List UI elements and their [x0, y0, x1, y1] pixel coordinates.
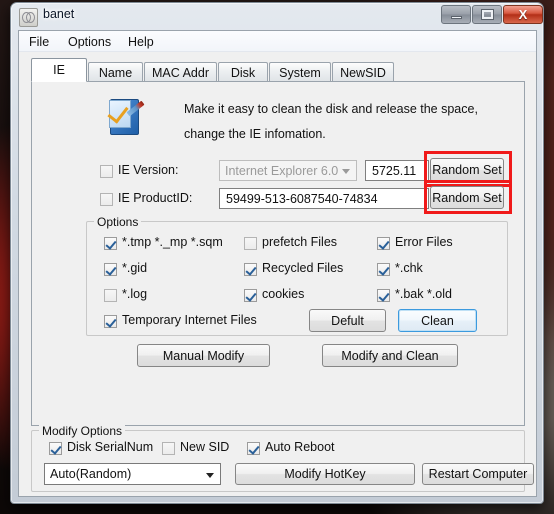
mode-combo-value: Auto(Random) — [50, 467, 132, 481]
random-set-version-button[interactable]: Random Set — [430, 158, 504, 182]
menu-item-options[interactable]: Options — [64, 34, 115, 50]
random-set-productid-button[interactable]: Random Set — [430, 186, 504, 209]
ie-version-label: IE Version: — [118, 163, 179, 177]
checkbox-auto-reboot[interactable] — [247, 442, 260, 455]
modify-hotkey-button[interactable]: Modify HotKey — [235, 463, 415, 485]
checkbox-recycled[interactable] — [244, 263, 257, 276]
checkbox-disk-serialnum[interactable] — [49, 442, 62, 455]
ie-version-checkbox[interactable] — [100, 165, 113, 178]
checkbox-bak-old[interactable] — [377, 289, 390, 302]
modify-options-title: Modify Options — [39, 424, 126, 438]
client-area: File Options Help IE Name MAC Addr Disk … — [18, 30, 537, 497]
close-icon: X — [518, 7, 528, 22]
checkbox-temp-internet[interactable] — [104, 315, 117, 328]
checkbox-error-files[interactable] — [377, 237, 390, 250]
checkbox-error-files-label: Error Files — [395, 235, 453, 249]
modify-and-clean-button[interactable]: Modify and Clean — [322, 344, 458, 367]
checkbox-prefetch[interactable] — [244, 237, 257, 250]
options-group-title: Options — [94, 215, 142, 229]
description-line-2: change the IE infomation. — [184, 127, 326, 141]
checkbox-cookies-label: cookies — [262, 287, 305, 301]
ie-version-combo[interactable]: Internet Explorer 6.0 — [219, 160, 357, 181]
tab-disk[interactable]: Disk — [218, 62, 268, 82]
clipboard-check-icon — [106, 96, 146, 138]
mode-combo[interactable]: Auto(Random) — [44, 463, 221, 485]
checkbox-tmp-label: *.tmp *._mp *.sqm — [122, 235, 223, 249]
chevron-down-icon-mode — [206, 473, 214, 478]
tab-mac-addr[interactable]: MAC Addr — [144, 62, 217, 82]
maximize-button[interactable] — [472, 5, 502, 24]
tab-system[interactable]: System — [269, 62, 331, 82]
checkbox-cookies[interactable] — [244, 289, 257, 302]
description-line-1: Make it easy to clean the disk and relea… — [184, 102, 478, 116]
tab-newsid[interactable]: NewSID — [332, 62, 394, 82]
ie-build-field[interactable]: 5725.11 — [365, 160, 429, 181]
ie-productid-value: 59499-513-6087540-74834 — [226, 191, 378, 206]
ie-tab-panel: Make it easy to clean the disk and relea… — [31, 81, 525, 426]
checkbox-log-label: *.log — [122, 287, 148, 301]
checkbox-gid-label: *.gid — [122, 261, 148, 275]
tab-ie[interactable]: IE — [31, 58, 87, 82]
modify-options-group: Modify Options Disk SerialNum New SID Au… — [31, 424, 534, 492]
chevron-down-icon — [342, 169, 350, 174]
tab-name[interactable]: Name — [88, 62, 143, 82]
application-window: banet X File Options Help IE Name MAC Ad… — [10, 2, 544, 504]
checkbox-disk-serialnum-label: Disk SerialNum — [67, 440, 154, 454]
app-icon — [19, 8, 38, 27]
menu-bar: File Options Help — [19, 31, 536, 52]
ie-build-value: 5725.11 — [372, 163, 417, 178]
ie-productid-field[interactable]: 59499-513-6087540-74834 — [219, 188, 429, 209]
checkbox-new-sid[interactable] — [162, 442, 175, 455]
minimize-button[interactable] — [441, 5, 471, 24]
maximize-icon — [481, 10, 493, 19]
default-button[interactable]: Defult — [309, 309, 386, 332]
checkbox-chk-label: *.chk — [395, 261, 423, 275]
tab-strip: IE Name MAC Addr Disk System NewSID — [31, 58, 525, 82]
checkbox-temp-internet-label: Temporary Internet Files — [122, 313, 257, 327]
restart-computer-button[interactable]: Restart Computer — [422, 463, 534, 485]
options-group: Options *.tmp *._mp *.sqm *.gid *.log Te… — [86, 215, 508, 336]
ie-productid-checkbox[interactable] — [100, 193, 113, 206]
checkbox-prefetch-label: prefetch Files — [262, 235, 338, 249]
manual-modify-button[interactable]: Manual Modify — [137, 344, 270, 367]
ie-version-combo-value: Internet Explorer 6.0 — [225, 163, 339, 178]
close-button[interactable]: X — [503, 5, 543, 24]
checkbox-gid[interactable] — [104, 263, 117, 276]
checkbox-new-sid-label: New SID — [180, 440, 230, 454]
checkbox-chk[interactable] — [377, 263, 390, 276]
checkbox-recycled-label: Recycled Files — [262, 261, 344, 275]
minimize-icon — [450, 16, 462, 19]
clean-button[interactable]: Clean — [398, 309, 477, 332]
checkbox-auto-reboot-label: Auto Reboot — [265, 440, 335, 454]
menu-item-help[interactable]: Help — [124, 34, 158, 50]
menu-item-file[interactable]: File — [25, 34, 53, 50]
checkbox-tmp[interactable] — [104, 237, 117, 250]
checkbox-bak-old-label: *.bak *.old — [395, 287, 452, 301]
title-bar[interactable]: banet X — [11, 3, 543, 30]
checkbox-log[interactable] — [104, 289, 117, 302]
ie-productid-label: IE ProductID: — [118, 191, 193, 205]
window-title: banet — [43, 7, 75, 21]
